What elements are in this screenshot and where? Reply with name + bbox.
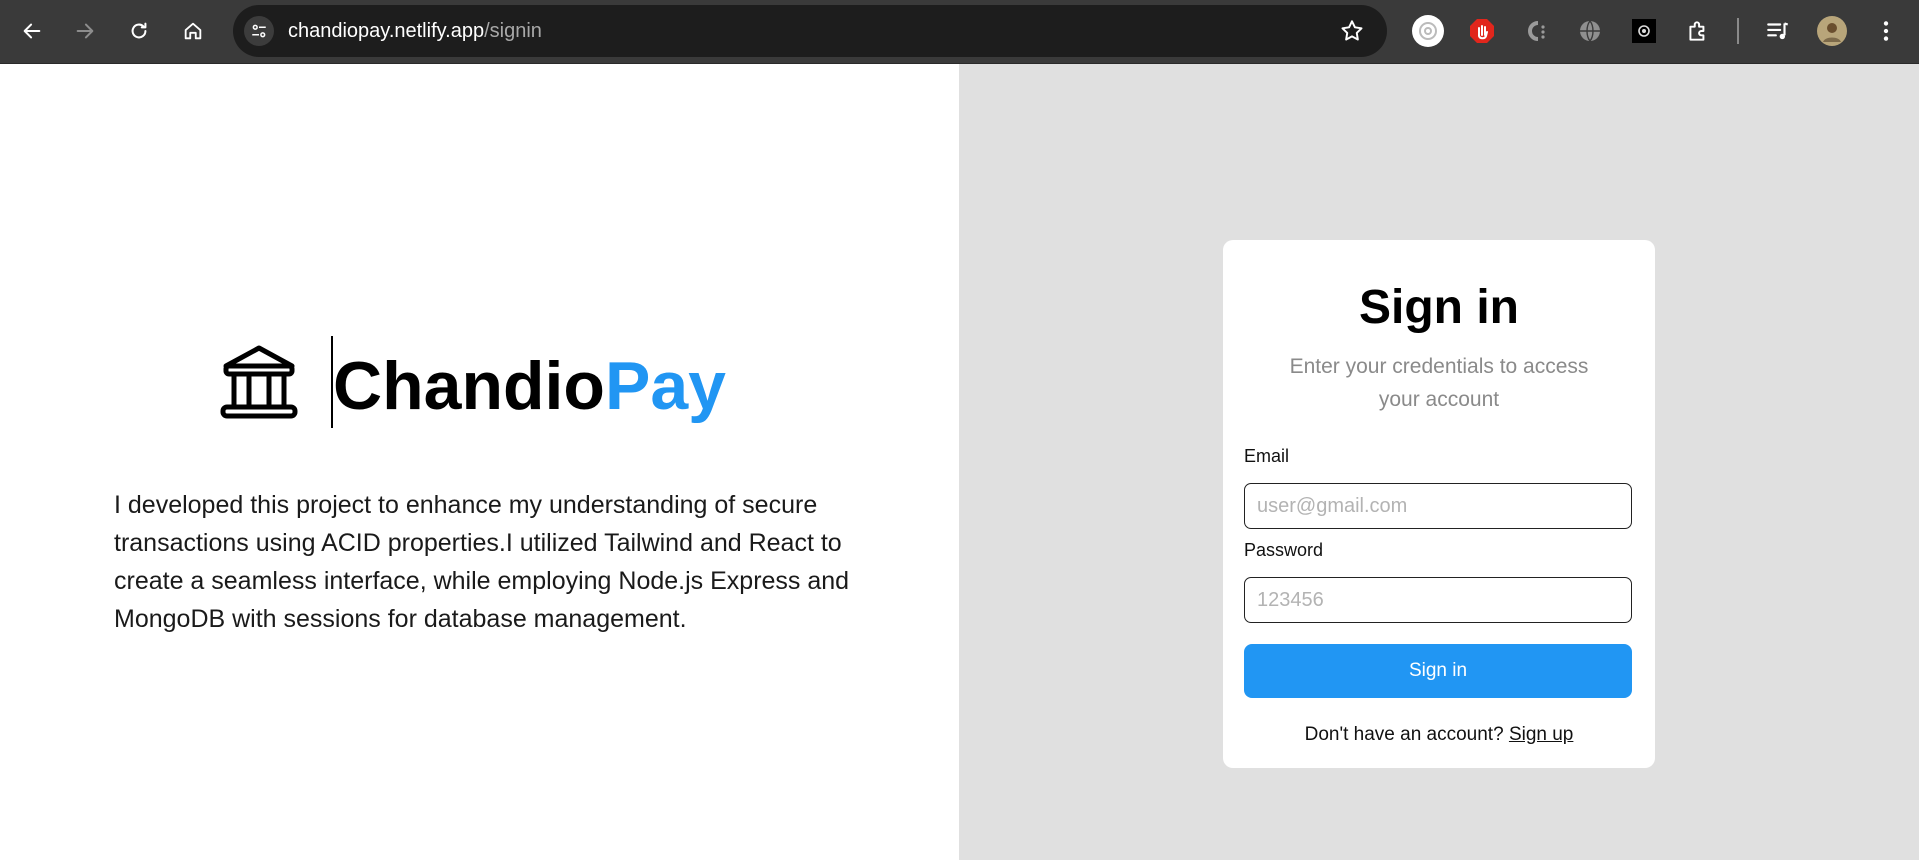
- address-bar[interactable]: chandiopay.netlify.app/signin: [233, 5, 1387, 57]
- intro-panel: ChandioPay I developed this project to e…: [0, 64, 959, 860]
- brand-name: ChandioPay: [333, 347, 726, 425]
- signin-title: Sign in: [1359, 281, 1519, 334]
- url-text[interactable]: chandiopay.netlify.app/signin: [288, 20, 542, 43]
- forward-button[interactable]: [67, 13, 103, 49]
- site-info-button[interactable]: [244, 16, 274, 46]
- browser-toolbar: chandiopay.netlify.app/signin: [0, 0, 1919, 64]
- signup-prompt: Don't have an account? Sign up: [1223, 724, 1655, 746]
- extension-dark-icon[interactable]: [1626, 13, 1662, 49]
- extension-adblock-icon[interactable]: [1464, 13, 1500, 49]
- arrow-left-icon: [23, 23, 41, 39]
- password-field[interactable]: [1244, 577, 1632, 623]
- bank-icon: [220, 345, 298, 419]
- extension-c-icon[interactable]: [1518, 13, 1554, 49]
- signin-button[interactable]: Sign in: [1244, 644, 1632, 698]
- url-path: /signin: [484, 20, 542, 42]
- toolbar-divider: [1737, 18, 1739, 44]
- url-host: chandiopay.netlify.app: [288, 20, 485, 42]
- arrow-right-icon: [76, 23, 94, 39]
- tune-icon: [252, 24, 266, 38]
- star-icon[interactable]: [1339, 18, 1365, 44]
- email-field[interactable]: [1244, 483, 1632, 529]
- signin-panel: Sign in Enter your credentials to access…: [959, 64, 1919, 860]
- signin-subtitle: Enter your credentials to access your ac…: [1289, 355, 1589, 411]
- extensions-puzzle-icon[interactable]: [1680, 13, 1716, 49]
- media-queue-icon[interactable]: [1760, 13, 1796, 49]
- extension-openai-icon[interactable]: [1410, 13, 1446, 49]
- brand-name-dark: Chandio: [333, 348, 605, 424]
- project-description: I developed this project to enhance my u…: [114, 491, 850, 633]
- profile-avatar[interactable]: [1814, 13, 1850, 49]
- signup-prompt-text: Don't have an account?: [1304, 724, 1504, 745]
- email-label: Email: [1244, 446, 1290, 466]
- browser-menu-icon[interactable]: [1868, 13, 1904, 49]
- reload-button[interactable]: [121, 13, 157, 49]
- password-label: Password: [1244, 540, 1324, 560]
- back-button[interactable]: [14, 13, 50, 49]
- reload-icon: [131, 22, 147, 39]
- brand-name-accent: Pay: [604, 348, 726, 424]
- home-icon: [184, 22, 202, 40]
- home-button[interactable]: [175, 13, 211, 49]
- extension-globe-icon[interactable]: [1572, 13, 1608, 49]
- signup-link[interactable]: Sign up: [1509, 724, 1573, 745]
- signin-card: Sign in Enter your credentials to access…: [1223, 240, 1655, 768]
